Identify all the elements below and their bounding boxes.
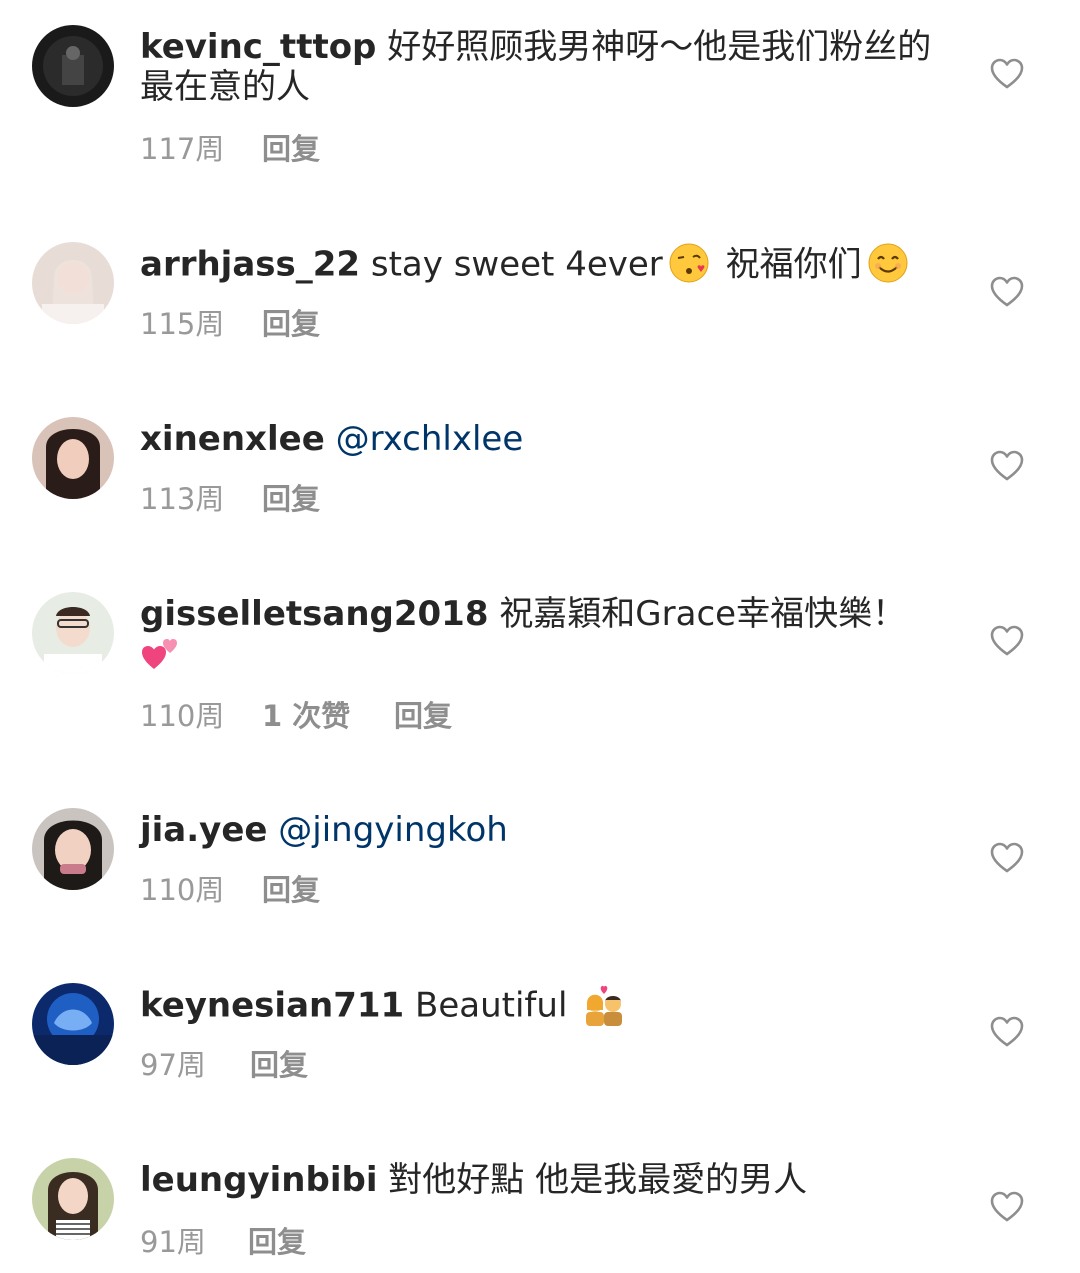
comment-text: gisselletsang2018 祝嘉穎和Grace幸福快樂！	[140, 594, 940, 678]
comment-message: stay sweet 4ever	[370, 244, 663, 285]
kiss-face-icon	[669, 243, 709, 283]
two-hearts-icon	[142, 639, 177, 669]
heart-icon[interactable]	[990, 1191, 1024, 1223]
avatar[interactable]	[32, 592, 114, 674]
heart-icon[interactable]	[990, 842, 1024, 874]
reply-button[interactable]: 回复	[394, 699, 452, 733]
heart-icon[interactable]	[990, 276, 1024, 308]
comment-username[interactable]: leungyinbibi	[140, 1160, 377, 1200]
comment-username[interactable]: arrhjass_22	[140, 245, 360, 285]
comment-time: 115周	[140, 307, 225, 341]
comment-text: jia.yee @jingyingkoh	[140, 810, 940, 850]
avatar[interactable]	[32, 808, 114, 890]
reply-button[interactable]: 回复	[262, 873, 320, 907]
couple-with-heart-icon	[586, 985, 623, 1026]
comment-username[interactable]: gisselletsang2018	[140, 594, 489, 634]
comment-time: 97周	[140, 1048, 206, 1082]
heart-icon[interactable]	[990, 1016, 1024, 1048]
heart-icon[interactable]	[990, 450, 1024, 482]
reply-button[interactable]: 回复	[250, 1048, 308, 1082]
mention-link[interactable]: @rxchlxlee	[336, 419, 524, 459]
avatar[interactable]	[32, 1158, 114, 1240]
comment-username[interactable]: xinenxlee	[140, 419, 325, 459]
comment-text: keynesian711 Beautiful	[140, 985, 940, 1029]
comment-username[interactable]: jia.yee	[140, 810, 267, 850]
comment-text: arrhjass_22 stay sweet 4ever 祝福你们	[140, 243, 940, 288]
reply-button[interactable]: 回复	[262, 132, 320, 166]
comment-message: Beautiful	[415, 985, 568, 1026]
comment-text: leungyinbibi 對他好點 他是我最愛的男人	[140, 1160, 940, 1200]
comment-time: 110周	[140, 699, 225, 733]
heart-icon[interactable]	[990, 625, 1024, 657]
avatar[interactable]	[32, 983, 114, 1065]
comment-text: kevinc_tttop 好好照顾我男神呀～他是我们粉丝的最在意的人	[140, 27, 940, 107]
comment-time: 117周	[140, 132, 225, 166]
avatar[interactable]	[32, 25, 114, 107]
comment-username[interactable]: kevinc_tttop	[140, 27, 376, 67]
reply-button[interactable]: 回复	[262, 482, 320, 516]
reply-button[interactable]: 回复	[248, 1225, 306, 1259]
avatar[interactable]	[32, 417, 114, 499]
smiling-face-icon	[868, 243, 908, 283]
comment-time: 91周	[140, 1225, 206, 1259]
heart-icon[interactable]	[990, 58, 1024, 90]
comment-message: 祝嘉穎和Grace幸福快樂！	[499, 594, 907, 634]
comment-time: 110周	[140, 873, 225, 907]
comment-message: 對他好點 他是我最愛的男人	[388, 1160, 808, 1200]
comment-likes-count[interactable]: 1 次赞	[262, 699, 394, 733]
comment-username[interactable]: keynesian711	[140, 986, 404, 1026]
reply-button[interactable]: 回复	[262, 307, 320, 341]
comment-message: 祝福你们	[725, 244, 862, 285]
comment-time: 113周	[140, 482, 225, 516]
mention-link[interactable]: @jingyingkoh	[278, 810, 508, 850]
comment-text: xinenxlee @rxchlxlee	[140, 419, 940, 459]
avatar[interactable]	[32, 242, 114, 324]
